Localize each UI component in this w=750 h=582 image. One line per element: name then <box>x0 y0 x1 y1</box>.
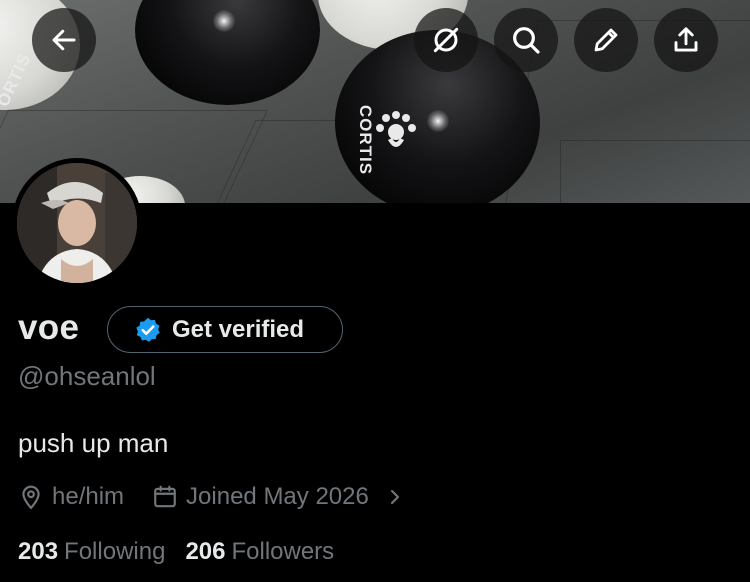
back-button[interactable] <box>32 8 96 72</box>
followers-label: Followers <box>231 538 335 565</box>
username-handle: @ohseanlol <box>18 361 156 391</box>
black-balloon-top <box>135 0 320 105</box>
share-upload-icon <box>674 27 698 52</box>
joined-item[interactable]: Joined May 2026 <box>152 483 403 511</box>
grok-button[interactable] <box>414 8 478 72</box>
verified-badge-icon <box>136 317 160 342</box>
follow-stats: 203 Following 206 Followers <box>18 538 334 566</box>
share-button[interactable] <box>654 8 718 72</box>
joined-text: Joined May 2026 <box>186 483 369 510</box>
edit-button[interactable] <box>574 8 638 72</box>
pronouns-item: he/him <box>18 483 124 511</box>
location-pin-icon <box>22 485 40 510</box>
pronouns-text: he/him <box>52 483 125 510</box>
get-verified-button[interactable]: Get verified <box>107 306 343 353</box>
following-link[interactable]: 203 Following <box>18 538 165 566</box>
grok-icon <box>433 27 459 53</box>
cortis-logo-icon <box>376 111 416 147</box>
profile-bio: push up man <box>18 428 169 458</box>
get-verified-label: Get verified <box>172 315 305 343</box>
followers-count: 206 <box>185 538 226 565</box>
chevron-right-icon <box>387 487 403 507</box>
arrow-left-icon <box>52 29 76 51</box>
pencil-icon <box>594 28 618 52</box>
followers-link[interactable]: 206 Followers <box>185 538 334 566</box>
following-count: 203 <box>18 538 59 565</box>
search-button[interactable] <box>494 8 558 72</box>
profile-avatar[interactable] <box>12 158 142 288</box>
display-name: voe <box>18 308 80 347</box>
search-icon <box>513 27 540 54</box>
profile-meta: he/him Joined May 2026 <box>18 480 403 514</box>
avatar-photo <box>17 163 137 283</box>
following-label: Following <box>64 538 166 565</box>
calendar-icon <box>154 485 176 508</box>
